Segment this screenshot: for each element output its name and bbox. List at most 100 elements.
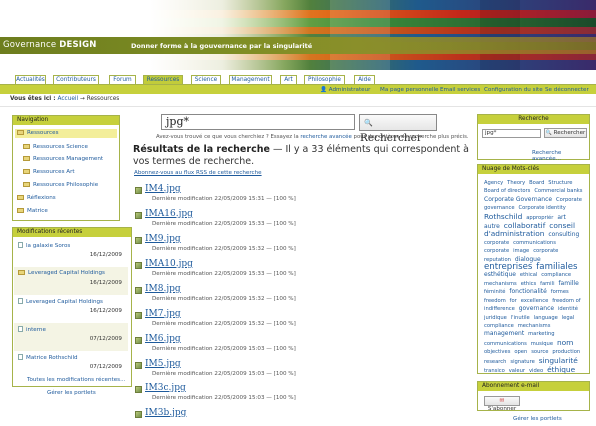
advanced-search-link-right[interactable]: Recherche avancée... (532, 150, 589, 162)
tag-link[interactable]: production (552, 349, 580, 355)
tag-link[interactable]: compliance (484, 323, 514, 329)
nav-item-ressources-philosophie[interactable]: Ressources Philosophie (23, 181, 98, 189)
tag-link[interactable]: famili (540, 281, 554, 287)
tag-link[interactable]: Corporate identity (519, 205, 566, 211)
recent-item[interactable]: Leveraged Capital Holdings 16/12/2009 (14, 267, 128, 295)
recent-item[interactable]: Leveraged Capital Holdings 16/12/2009 (14, 295, 128, 323)
nav-item-ressources-management[interactable]: Ressources Management (23, 155, 103, 163)
tag-link[interactable]: freedom (484, 298, 506, 304)
result-link[interactable]: IM9.jpg (145, 234, 181, 244)
tag-link[interactable]: communications (513, 240, 556, 246)
tag-link[interactable]: indifference (484, 306, 515, 312)
tag-link[interactable]: marketing (528, 331, 554, 337)
tag-link[interactable]: video (529, 368, 543, 374)
tag-link[interactable]: objectives (484, 349, 510, 355)
search-input[interactable]: jpg* (161, 114, 355, 130)
tag-link[interactable]: appropriér (526, 215, 553, 221)
tag-link[interactable]: corporate (533, 248, 558, 254)
tab-actualites[interactable]: Actualités (15, 75, 46, 84)
logout-link[interactable]: Se déconnecter (545, 86, 589, 94)
result-link[interactable]: IM3b.jpg (145, 408, 186, 418)
tag-link[interactable]: mechanisms (518, 323, 551, 329)
tab-art[interactable]: Art (280, 75, 297, 84)
tag-link[interactable]: legal (562, 315, 575, 321)
tab-forum[interactable]: Forum (109, 75, 136, 84)
result-link[interactable]: IM4.jpg (145, 184, 181, 194)
tag-link[interactable]: musique (531, 341, 553, 347)
recent-item[interactable]: la galaxie Soros 16/12/2009 (14, 239, 128, 267)
tag-link[interactable]: fonctionalité (509, 288, 546, 295)
result-link[interactable]: IM7.jpg (145, 309, 181, 319)
tag-link[interactable]: compliance (541, 272, 571, 278)
tag-link[interactable]: consulting (548, 231, 579, 238)
tag-link[interactable]: éthique (547, 365, 575, 374)
tag-link[interactable]: signature (510, 359, 534, 365)
rss-subscribe-link[interactable]: Abonnez-vous au flux RSS de cette recher… (134, 170, 262, 176)
result-link[interactable]: IMA10.jpg (145, 259, 193, 269)
manage-portlets-link-right[interactable]: Gérer les portlets (513, 416, 562, 422)
tag-link[interactable]: freedom of (552, 298, 580, 304)
nav-item-reflexions[interactable]: Réflexions (17, 194, 56, 202)
tag-link[interactable]: valeur (509, 368, 525, 374)
tag-link[interactable]: Structure (548, 180, 572, 186)
site-logo[interactable]: Governance DESIGN (3, 40, 97, 50)
result-link[interactable]: IM8.jpg (145, 284, 181, 294)
tag-link[interactable]: nom (557, 338, 573, 347)
portlet-search-input[interactable]: jpg* (482, 129, 541, 138)
tag-link[interactable]: for (510, 298, 517, 304)
tag-link[interactable]: formes (551, 289, 569, 295)
tag-link[interactable]: singularité (539, 356, 578, 365)
search-button[interactable]: 🔍Rechercher (359, 114, 437, 144)
advanced-search-link[interactable]: recherche avancée (300, 134, 351, 140)
email-services-link[interactable]: Email services (440, 86, 480, 94)
tag-link[interactable]: communications (484, 341, 527, 347)
nav-item-ressources[interactable]: Ressources (15, 129, 117, 138)
admin-link[interactable]: 👤 Administrateur (320, 86, 370, 94)
tag-link[interactable]: Agency (484, 180, 503, 186)
tab-management[interactable]: Management (229, 75, 272, 84)
tab-philosophie[interactable]: Philosophie (304, 75, 345, 84)
tag-link[interactable]: familiales (536, 262, 577, 272)
nav-item-matrice[interactable]: Matrice (17, 207, 48, 215)
tag-link[interactable]: source (531, 349, 548, 355)
tab-ressources[interactable]: Ressources (143, 75, 183, 84)
recent-item[interactable]: interne 07/12/2009 (14, 323, 128, 351)
tag-link[interactable]: Board of directors (484, 188, 530, 194)
breadcrumb-home[interactable]: Accueil (57, 96, 78, 102)
tag-link[interactable]: open (514, 349, 527, 355)
tag-link[interactable]: image (513, 248, 529, 254)
result-link[interactable]: IMA16.jpg (145, 209, 193, 219)
manage-portlets-link-left[interactable]: Gérer les portlets (47, 390, 96, 396)
tag-link[interactable]: ethical (520, 272, 537, 278)
recent-item[interactable]: Matrice Rothschild 07/12/2009 (14, 351, 128, 379)
tag-link[interactable]: governance (519, 305, 554, 312)
tag-link[interactable]: identité (558, 306, 578, 312)
tag-link[interactable]: famille (558, 280, 578, 287)
subscribe-button[interactable]: ✉ S'abonner (484, 396, 520, 412)
result-link[interactable]: IM6.jpg (145, 334, 181, 344)
tag-link[interactable]: excellence (521, 298, 549, 304)
tag-link[interactable]: corporate (484, 240, 509, 246)
tag-link[interactable]: ethics (521, 281, 537, 287)
tag-link[interactable]: language (534, 315, 558, 321)
portlet-search-button[interactable]: 🔍 Rechercher (544, 128, 587, 138)
tag-link[interactable]: research (484, 359, 506, 365)
tag-link[interactable]: Commercial banks (534, 188, 582, 194)
tag-link[interactable]: mechanisms (484, 281, 517, 287)
tag-link[interactable]: féminité (484, 289, 505, 295)
site-config-link[interactable]: Configuration du site (484, 86, 543, 94)
tag-link[interactable]: corporate (484, 248, 509, 254)
tag-link[interactable]: management (484, 330, 524, 337)
personal-page-link[interactable]: Ma page personnelle (380, 86, 439, 94)
tab-science[interactable]: Science (191, 75, 221, 84)
result-link[interactable]: IM5.jpg (145, 359, 181, 369)
tag-link[interactable]: esthétique (484, 271, 516, 278)
nav-item-ressources-art[interactable]: Ressources Art (23, 168, 75, 176)
tag-link[interactable]: transico (484, 368, 505, 374)
result-link[interactable]: IM3c.jpg (145, 383, 186, 393)
tag-link[interactable]: l'inutile (511, 315, 530, 321)
tag-link[interactable]: art (557, 214, 566, 221)
tab-contributeurs[interactable]: Contributeurs (53, 75, 99, 84)
tag-link[interactable]: Board (529, 180, 544, 186)
tag-link[interactable]: juridique (484, 315, 507, 321)
